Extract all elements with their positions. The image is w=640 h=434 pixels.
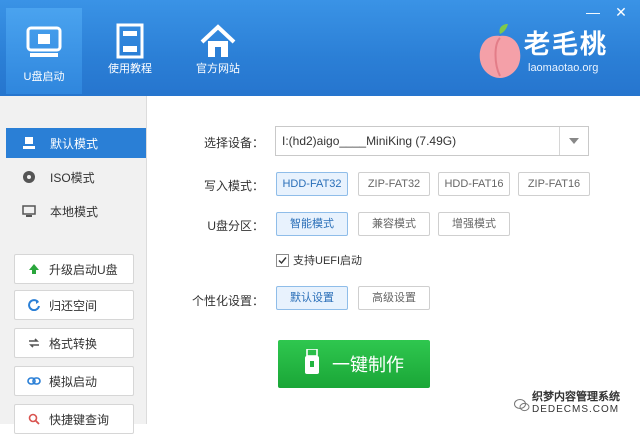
person-icon bbox=[18, 136, 40, 150]
sidebar: 默认模式 ISO模式 本地模式 升级启动U盘 归还空间 格式转换 模拟启动 快捷… bbox=[0, 96, 147, 434]
checkmark-icon bbox=[276, 253, 289, 267]
document-icon bbox=[116, 23, 144, 59]
chevron-down-icon[interactable] bbox=[559, 127, 588, 155]
brand-url: laomaotao.org bbox=[528, 62, 599, 74]
monitor-icon bbox=[18, 204, 40, 218]
nav-tutorial[interactable]: 使用教程 bbox=[92, 16, 168, 86]
mode-default[interactable]: 默认模式 bbox=[6, 128, 146, 158]
mode-label: ISO模式 bbox=[50, 170, 95, 185]
mode-label: 本地模式 bbox=[50, 204, 99, 219]
home-icon bbox=[200, 24, 236, 57]
make-button-label: 一键制作 bbox=[332, 355, 404, 375]
app-window: — ✕ U盘启动 使用教程 官方网站 老毛桃 laomaotao.org 默认模… bbox=[0, 0, 640, 434]
watermark-title: 织梦内容管理系统 bbox=[532, 391, 620, 403]
swap-icon bbox=[25, 337, 43, 349]
nav-official-site[interactable]: 官方网站 bbox=[180, 16, 256, 86]
device-select-value: I:(hd2)aigo____MiniKing (7.49G) bbox=[282, 134, 457, 148]
window-controls: — ✕ bbox=[580, 2, 634, 22]
uefi-checkbox[interactable]: 支持UEFI启动 bbox=[276, 252, 362, 268]
hotkey-query-button[interactable]: 快捷键查询 bbox=[14, 404, 134, 434]
usb-stick-icon bbox=[304, 347, 320, 380]
side-button-label: 模拟启动 bbox=[49, 374, 98, 389]
side-button-label: 格式转换 bbox=[49, 336, 98, 351]
personalize-label: 个性化设置： bbox=[191, 294, 264, 308]
write-mode-zip-fat32[interactable]: ZIP-FAT32 bbox=[358, 172, 430, 196]
restore-space-button[interactable]: 归还空间 bbox=[14, 290, 134, 320]
usb-drive-icon bbox=[26, 26, 62, 57]
peach-icon bbox=[479, 24, 521, 78]
write-mode-zip-fat16[interactable]: ZIP-FAT16 bbox=[518, 172, 590, 196]
mode-label: 默认模式 bbox=[50, 136, 99, 151]
side-button-label: 快捷键查询 bbox=[49, 412, 110, 427]
side-button-label: 升级启动U盘 bbox=[49, 262, 118, 277]
watermark-url: DEDECMS.COM bbox=[532, 404, 620, 415]
disc-icon bbox=[18, 170, 40, 184]
format-convert-button[interactable]: 格式转换 bbox=[14, 328, 134, 358]
partition-compatible[interactable]: 兼容模式 bbox=[358, 212, 430, 236]
brand-logo: 老毛桃 laomaotao.org bbox=[476, 22, 626, 82]
personalize-advanced[interactable]: 高级设置 bbox=[358, 286, 430, 310]
upgrade-usb-button[interactable]: 升级启动U盘 bbox=[14, 254, 134, 284]
nav-usb-boot[interactable]: U盘启动 bbox=[6, 8, 82, 94]
one-click-make-button[interactable]: 一键制作 bbox=[278, 340, 430, 388]
mode-local[interactable]: 本地模式 bbox=[6, 196, 146, 226]
write-mode-label: 写入模式： bbox=[203, 179, 264, 193]
partition-smart[interactable]: 智能模式 bbox=[276, 212, 348, 236]
device-select[interactable]: I:(hd2)aigo____MiniKing (7.49G) bbox=[275, 126, 589, 156]
side-button-label: 归还空间 bbox=[49, 298, 98, 313]
partition-label: U盘分区： bbox=[207, 219, 264, 233]
mode-iso[interactable]: ISO模式 bbox=[6, 162, 146, 192]
restore-icon bbox=[25, 299, 43, 311]
personalize-default[interactable]: 默认设置 bbox=[276, 286, 348, 310]
watermark: 织梦内容管理系统 DEDECMS.COM bbox=[514, 388, 636, 422]
simulate-boot-button[interactable]: 模拟启动 bbox=[14, 366, 134, 396]
wechat-icon bbox=[514, 399, 530, 412]
arrow-up-icon bbox=[25, 263, 43, 275]
search-icon bbox=[25, 413, 43, 425]
close-button[interactable]: ✕ bbox=[608, 2, 634, 22]
write-mode-hdd-fat16[interactable]: HDD-FAT16 bbox=[438, 172, 510, 196]
nav-label: 使用教程 bbox=[108, 63, 152, 75]
minimize-button[interactable]: — bbox=[580, 2, 606, 22]
link-icon bbox=[25, 375, 43, 387]
write-mode-hdd-fat32[interactable]: HDD-FAT32 bbox=[276, 172, 348, 196]
nav-label: U盘启动 bbox=[23, 71, 65, 83]
partition-enhanced[interactable]: 增强模式 bbox=[438, 212, 510, 236]
header-bar: — ✕ U盘启动 使用教程 官方网站 老毛桃 laomaotao.org bbox=[0, 0, 640, 96]
uefi-label: 支持UEFI启动 bbox=[293, 255, 363, 267]
brand-title: 老毛桃 bbox=[524, 29, 609, 59]
nav-label: 官方网站 bbox=[196, 63, 240, 75]
device-label: 选择设备： bbox=[203, 136, 264, 150]
